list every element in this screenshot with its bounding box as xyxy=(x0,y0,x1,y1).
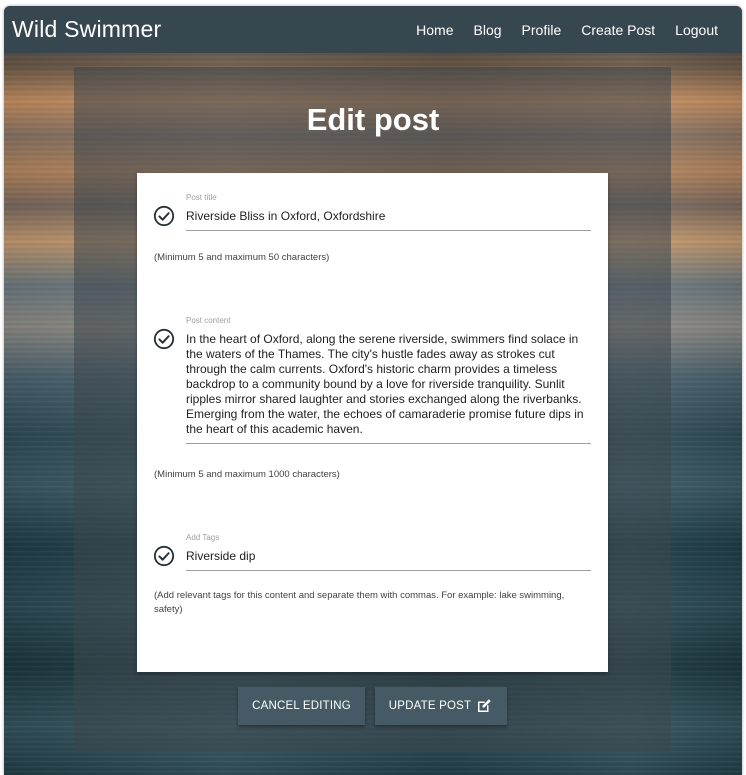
post-title-label: Post title xyxy=(186,193,217,202)
nav-link-home[interactable]: Home xyxy=(406,22,463,38)
tags-input[interactable]: Riverside dip xyxy=(186,549,591,571)
cancel-editing-label: Cancel editing xyxy=(252,700,351,712)
nav-link-profile[interactable]: Profile xyxy=(512,22,572,38)
brand-logo[interactable]: Wild Swimmer xyxy=(12,16,161,43)
nav-link-logout[interactable]: Logout xyxy=(665,22,728,38)
post-content-textarea[interactable]: In the heart of Oxford, along the serene… xyxy=(186,332,591,444)
update-post-button[interactable]: Update post xyxy=(375,687,507,725)
nav-link-blog[interactable]: Blog xyxy=(464,22,512,38)
post-title-helper: (Minimum 5 and maximum 50 characters) xyxy=(154,252,330,263)
nav-link-create-post[interactable]: Create Post xyxy=(571,22,665,38)
cancel-editing-button[interactable]: Cancel editing xyxy=(238,687,365,725)
page-title: Edit post xyxy=(306,102,440,137)
post-title-input[interactable]: Riverside Bliss in Oxford, Oxfordshire xyxy=(186,209,591,231)
post-content-helper: (Minimum 5 and maximum 1000 characters) xyxy=(154,469,340,480)
check-circle-icon xyxy=(153,328,175,350)
edit-post-form: Post title Riverside Bliss in Oxford, Ox… xyxy=(137,173,608,672)
tags-helper: (Add relevant tags for this content and … xyxy=(154,590,565,615)
check-circle-icon xyxy=(153,545,175,567)
tags-label: Add Tags xyxy=(186,533,220,542)
app-window: Wild Swimmer Home Blog Profile Create Po… xyxy=(4,6,742,775)
post-content-label: Post content xyxy=(186,316,231,325)
navbar: Wild Swimmer Home Blog Profile Create Po… xyxy=(4,6,742,53)
check-circle-icon xyxy=(153,205,175,227)
edit-icon xyxy=(478,699,491,712)
update-post-label: Update post xyxy=(388,700,472,712)
nav-links: Home Blog Profile Create Post Logout xyxy=(406,22,728,38)
